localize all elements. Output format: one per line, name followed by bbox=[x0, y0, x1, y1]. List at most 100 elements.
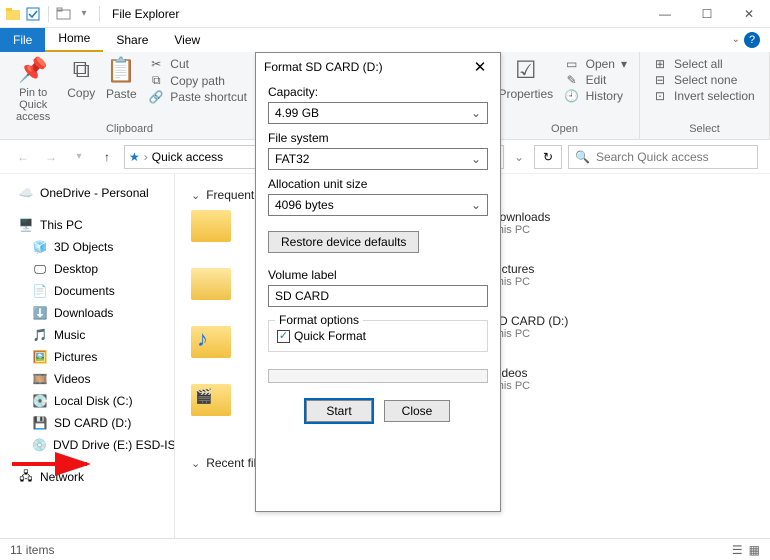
item-sdcard[interactable]: SD CARD (D:)This PC bbox=[491, 314, 568, 340]
select-group-label: Select bbox=[646, 123, 763, 135]
folder-thumb[interactable] bbox=[191, 210, 231, 242]
folder-thumb[interactable] bbox=[191, 268, 231, 300]
close-button[interactable]: ✕ bbox=[728, 0, 770, 28]
maximize-button[interactable]: ☐ bbox=[686, 0, 728, 28]
quick-access-star-icon: ★ bbox=[129, 150, 140, 164]
format-progress bbox=[268, 369, 488, 383]
filesystem-label: File system bbox=[268, 131, 488, 145]
pictures-icon: 🖼️ bbox=[32, 349, 48, 365]
pc-icon: 🖥️ bbox=[18, 217, 34, 233]
qat-save-icon[interactable] bbox=[24, 5, 42, 23]
qat-folder-icon[interactable] bbox=[55, 5, 73, 23]
properties-button[interactable]: ☑Properties bbox=[496, 56, 556, 104]
sidebar-item-documents[interactable]: 📄Documents bbox=[4, 280, 170, 302]
title-bar: ▾ File Explorer — ☐ ✕ bbox=[0, 0, 770, 28]
video-icon: 🎞️ bbox=[32, 371, 48, 387]
checkbox-icon: ✓ bbox=[277, 330, 290, 343]
chevron-down-icon: ⌄ bbox=[191, 189, 200, 202]
music-icon: 🎵 bbox=[32, 327, 48, 343]
search-box[interactable]: 🔍 Search Quick access bbox=[568, 145, 758, 169]
search-placeholder: Search Quick access bbox=[596, 150, 709, 164]
volume-label-label: Volume label bbox=[268, 268, 488, 282]
breadcrumb-quick-access[interactable]: Quick access bbox=[152, 150, 223, 164]
sidebar-item-music[interactable]: 🎵Music bbox=[4, 324, 170, 346]
edit-icon: ✎ bbox=[564, 73, 580, 87]
sidebar-item-pictures[interactable]: 🖼️Pictures bbox=[4, 346, 170, 368]
scissors-icon: ✂ bbox=[148, 57, 164, 71]
item-downloads[interactable]: DownloadsThis PC bbox=[491, 210, 568, 236]
cube-icon: 🧊 bbox=[32, 239, 48, 255]
recent-dropdown[interactable]: ▾ bbox=[68, 146, 90, 168]
select-none-button[interactable]: ⊟Select none bbox=[646, 72, 763, 88]
tab-view[interactable]: View bbox=[161, 28, 213, 52]
dialog-title: Format SD CARD (D:) bbox=[264, 60, 383, 74]
invert-icon: ⊡ bbox=[652, 89, 668, 103]
download-icon: ⬇️ bbox=[32, 305, 48, 321]
volume-label-input[interactable]: SD CARD bbox=[268, 285, 488, 307]
annotation-arrow bbox=[12, 402, 342, 512]
invert-selection-button[interactable]: ⊡Invert selection bbox=[646, 88, 763, 104]
ribbon-tabs: File Home Share View ⌄ ? bbox=[0, 28, 770, 52]
sidebar-item-desktop[interactable]: 🖵Desktop bbox=[4, 258, 170, 280]
cloud-icon: ☁️ bbox=[18, 185, 34, 201]
edit-button[interactable]: ✎Edit bbox=[558, 72, 633, 88]
large-icons-view-icon[interactable]: ▦ bbox=[749, 543, 760, 557]
back-button[interactable]: ← bbox=[12, 146, 34, 168]
copy-path-button[interactable]: ⧉Copy path bbox=[142, 72, 253, 89]
open-icon: ▭ bbox=[564, 57, 580, 71]
search-icon: 🔍 bbox=[575, 150, 590, 164]
dialog-close-button[interactable]: ✕ bbox=[468, 55, 492, 79]
allocation-label: Allocation unit size bbox=[268, 177, 488, 191]
select-all-icon: ⊞ bbox=[652, 57, 668, 71]
open-group-label: Open bbox=[496, 123, 633, 135]
format-options-label: Format options bbox=[275, 313, 363, 327]
paste-button[interactable]: 📋Paste bbox=[102, 56, 140, 123]
details-view-icon[interactable]: ☰ bbox=[732, 543, 743, 557]
restore-defaults-button[interactable]: Restore device defaults bbox=[268, 231, 419, 253]
history-icon: 🕘 bbox=[564, 89, 580, 103]
close-button-dialog[interactable]: Close bbox=[384, 400, 450, 422]
folder-icon bbox=[4, 5, 22, 23]
pin-quick-access-button[interactable]: 📌Pin to Quick access bbox=[6, 56, 60, 123]
window-title: File Explorer bbox=[106, 7, 179, 21]
item-pictures[interactable]: PicturesThis PC bbox=[491, 262, 568, 288]
capacity-label: Capacity: bbox=[268, 85, 488, 99]
status-item-count: 11 items bbox=[10, 543, 54, 557]
ribbon-collapse-icon[interactable]: ⌄ bbox=[732, 34, 740, 45]
allocation-select[interactable]: 4096 bytes bbox=[268, 194, 488, 216]
sidebar-item-onedrive[interactable]: ☁️OneDrive - Personal bbox=[4, 182, 170, 204]
sidebar-item-thispc[interactable]: 🖥️This PC bbox=[4, 214, 170, 236]
forward-button[interactable]: → bbox=[40, 146, 62, 168]
sidebar-item-3dobjects[interactable]: 🧊3D Objects bbox=[4, 236, 170, 258]
help-icon[interactable]: ? bbox=[744, 32, 760, 48]
clipboard-group-label: Clipboard bbox=[6, 123, 253, 135]
minimize-button[interactable]: — bbox=[644, 0, 686, 28]
select-none-icon: ⊟ bbox=[652, 73, 668, 87]
qat-dropdown-icon[interactable]: ▾ bbox=[75, 5, 93, 23]
document-icon: 📄 bbox=[32, 283, 48, 299]
folder-thumb[interactable]: ♪ bbox=[191, 326, 231, 358]
history-button[interactable]: 🕘History bbox=[558, 88, 633, 104]
tab-home[interactable]: Home bbox=[45, 26, 103, 52]
paste-shortcut-button[interactable]: 🔗Paste shortcut bbox=[142, 89, 253, 105]
copy-path-icon: ⧉ bbox=[148, 73, 164, 88]
sidebar-item-downloads[interactable]: ⬇️Downloads bbox=[4, 302, 170, 324]
properties-icon: ☑ bbox=[515, 56, 537, 85]
quick-format-checkbox[interactable]: ✓ Quick Format bbox=[277, 329, 479, 343]
cut-button[interactable]: ✂Cut bbox=[142, 56, 253, 72]
desktop-icon: 🖵 bbox=[32, 261, 48, 277]
sidebar-item-videos[interactable]: 🎞️Videos bbox=[4, 368, 170, 390]
select-all-button[interactable]: ⊞Select all bbox=[646, 56, 763, 72]
refresh-button[interactable]: ↻ bbox=[534, 145, 562, 169]
status-bar: 11 items ☰ ▦ bbox=[0, 538, 770, 560]
up-button[interactable]: ↑ bbox=[96, 146, 118, 168]
open-button[interactable]: ▭Open ▾ bbox=[558, 56, 633, 72]
item-videos[interactable]: VideosThis PC bbox=[491, 366, 568, 392]
copy-button[interactable]: ⧉Copy bbox=[62, 56, 100, 123]
filesystem-select[interactable]: FAT32 bbox=[268, 148, 488, 170]
tab-file[interactable]: File bbox=[0, 28, 45, 52]
shortcut-icon: 🔗 bbox=[148, 90, 164, 104]
address-dropdown-icon[interactable]: ⌄ bbox=[510, 150, 528, 164]
capacity-select[interactable]: 4.99 GB bbox=[268, 102, 488, 124]
tab-share[interactable]: Share bbox=[103, 28, 161, 52]
